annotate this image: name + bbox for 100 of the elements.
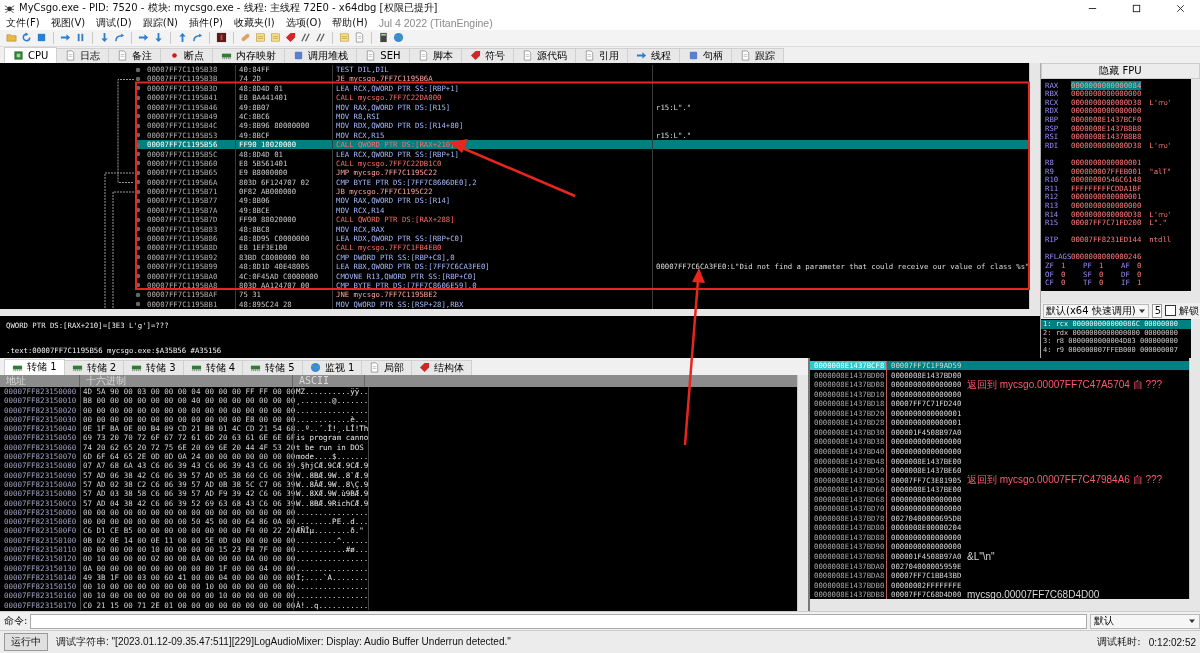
- command-label: 命令:: [4, 614, 28, 629]
- menu-item[interactable]: 视图(V): [50, 16, 86, 30]
- tab[interactable]: 线程: [626, 47, 680, 63]
- tab[interactable]: 结构体: [411, 359, 473, 375]
- square-icon[interactable]: [216, 32, 227, 44]
- tab[interactable]: 断点: [160, 47, 214, 63]
- maximize-icon: [1130, 2, 1142, 14]
- menu-item[interactable]: 选项(O): [285, 16, 322, 30]
- tab[interactable]: 局部: [361, 359, 413, 375]
- tab[interactable]: SEH: [356, 47, 410, 63]
- dot-icon[interactable]: [135, 151, 141, 157]
- calling-convention-dropdown[interactable]: 默认(x64 快速调用): [1043, 303, 1149, 318]
- arrow-up-icon[interactable]: [177, 32, 188, 44]
- dot-icon[interactable]: [135, 254, 141, 261]
- bug-icon: [4, 2, 15, 14]
- scrollbar[interactable]: [1191, 318, 1200, 358]
- menu-item[interactable]: 文件(F): [6, 16, 40, 30]
- debugger-state-label: 运行中: [4, 633, 48, 652]
- dot-icon[interactable]: [135, 273, 141, 280]
- globe-icon: [309, 362, 321, 374]
- dot-icon[interactable]: [135, 122, 141, 129]
- tab[interactable]: 转储 3: [123, 359, 184, 375]
- unlock-label: 解锁: [1179, 303, 1199, 318]
- mode-dropdown[interactable]: 默认: [1090, 613, 1200, 629]
- tab[interactable]: 转储 1: [4, 358, 65, 375]
- menu-item[interactable]: 插件(P): [189, 16, 223, 30]
- tab[interactable]: 日志: [56, 47, 110, 63]
- arrow-right-icon[interactable]: [60, 32, 71, 44]
- tab[interactable]: 句柄: [678, 47, 732, 63]
- dot-icon[interactable]: [135, 179, 141, 186]
- tab[interactable]: 符号: [460, 47, 514, 63]
- dot-icon[interactable]: [135, 66, 141, 73]
- document-icon: [65, 50, 77, 62]
- dot-icon[interactable]: [135, 188, 141, 195]
- stop-icon[interactable]: [36, 32, 47, 44]
- dot-icon[interactable]: [135, 282, 141, 289]
- dot-icon[interactable]: [135, 75, 141, 82]
- menu-item[interactable]: 跟踪(N): [142, 16, 179, 30]
- curved-arrow-icon[interactable]: [114, 32, 125, 44]
- dot-icon[interactable]: [135, 160, 141, 167]
- dot-icon[interactable]: [135, 207, 141, 214]
- tab[interactable]: 源代码: [512, 47, 576, 63]
- command-field[interactable]: [30, 613, 1087, 629]
- dot-icon[interactable]: [135, 197, 141, 204]
- dot-icon[interactable]: [135, 301, 141, 308]
- scrollbar[interactable]: [797, 374, 808, 612]
- build-info-text: Jul 4 2022 (TitanEngine): [378, 17, 493, 29]
- dot-icon[interactable]: [135, 94, 141, 101]
- dot-icon[interactable]: [135, 113, 141, 120]
- tab[interactable]: 跟踪: [730, 47, 784, 63]
- debug-string-text: 调试字符串: "[2023.01.12-09.35.47:511][229]LogAudioMixer: Display: Audio Buffer Underrun detected.": [56, 635, 511, 650]
- tab[interactable]: 脚本: [408, 47, 462, 63]
- slash-icon[interactable]: [315, 32, 326, 44]
- scrollbar[interactable]: [810, 599, 1200, 612]
- dot-icon[interactable]: [135, 263, 141, 270]
- tab[interactable]: 转储 2: [63, 359, 125, 375]
- dot-icon[interactable]: [135, 291, 141, 298]
- document-icon: [521, 50, 533, 62]
- arrow-down-icon[interactable]: [153, 32, 164, 44]
- dot-icon[interactable]: [135, 226, 141, 233]
- tab[interactable]: 备注: [108, 47, 162, 63]
- document-icon[interactable]: [354, 32, 365, 44]
- tag-icon[interactable]: [285, 32, 296, 44]
- checkbox[interactable]: [1165, 305, 1176, 317]
- tab[interactable]: 内存映射: [212, 47, 286, 63]
- refresh-icon[interactable]: [21, 32, 32, 44]
- menu-item[interactable]: 帮助(H): [332, 16, 368, 30]
- menu-item[interactable]: 调试(D): [96, 16, 132, 30]
- dot-icon[interactable]: [135, 235, 141, 242]
- slash-icon[interactable]: [300, 32, 311, 44]
- dot-icon[interactable]: [135, 132, 141, 139]
- tab[interactable]: 监视 1: [301, 359, 363, 375]
- argument-count-spinner[interactable]: 5: [1151, 303, 1162, 318]
- bandage-icon[interactable]: [240, 32, 251, 44]
- tab[interactable]: 转储 4: [182, 359, 244, 375]
- dot-icon[interactable]: [135, 141, 141, 148]
- comment-cell: 返回到 mycsgo.00007FF7C47A5704 自 ???: [967, 379, 1163, 390]
- folder-icon[interactable]: [6, 32, 17, 44]
- cube-icon: [687, 50, 699, 62]
- document-icon: [417, 50, 429, 62]
- arrow-down-icon[interactable]: [99, 32, 110, 44]
- calculator-icon[interactable]: [378, 32, 389, 44]
- scrollbar[interactable]: [1029, 62, 1041, 309]
- dot-icon[interactable]: [135, 244, 141, 251]
- arrow-right-icon[interactable]: [138, 32, 149, 44]
- document-icon: [365, 50, 377, 62]
- dot-icon[interactable]: [135, 169, 141, 176]
- pause-icon[interactable]: [75, 32, 86, 44]
- document-icon: [117, 50, 129, 62]
- scrollbar[interactable]: [0, 308, 1040, 316]
- scrollbar[interactable]: [1191, 78, 1200, 291]
- tab[interactable]: 转储 5: [242, 359, 303, 375]
- chip-icon: [13, 49, 24, 61]
- menu-item[interactable]: 收藏夹(I): [233, 16, 275, 30]
- tab[interactable]: 调用堆栈: [284, 47, 358, 63]
- dot-icon[interactable]: [135, 216, 141, 223]
- dot-icon[interactable]: [135, 85, 141, 92]
- tab[interactable]: 引用: [574, 47, 628, 63]
- curved-arrow-icon[interactable]: [192, 32, 203, 44]
- dot-icon[interactable]: [135, 104, 141, 111]
